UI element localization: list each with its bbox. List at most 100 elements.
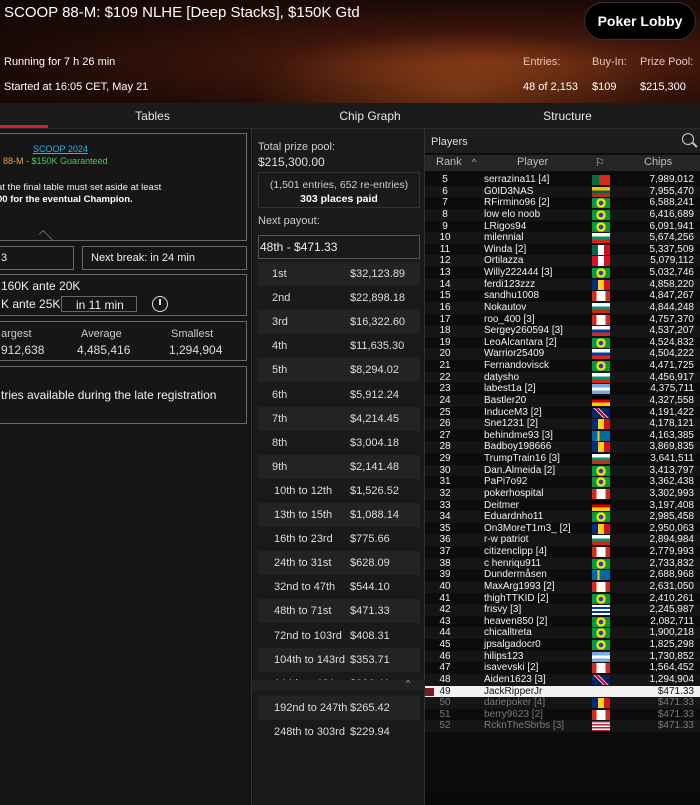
player-row[interactable]: 45 jpsalgadocr0 1,825,298 xyxy=(425,639,700,651)
player-row[interactable]: 34 Eduardnho11 2,985,458 xyxy=(425,511,700,523)
player-row[interactable]: 39 Dundermåsen 2,688,968 xyxy=(425,569,700,581)
col-chips[interactable]: Chips xyxy=(644,156,672,168)
player-row[interactable]: 18 Sergey260594 [3] 4,537,207 xyxy=(425,325,700,337)
player-rank: 5 xyxy=(442,174,448,185)
flag-column-icon[interactable]: ⚐ xyxy=(595,156,605,169)
payout-scrollbar[interactable] xyxy=(252,680,426,690)
poker-lobby-button[interactable]: Poker Lobby xyxy=(585,3,695,39)
players-header: Players xyxy=(425,129,700,153)
tab-bar: Tables Chip Graph Structure xyxy=(0,103,700,129)
tab-structure[interactable]: Structure xyxy=(435,103,700,129)
player-row[interactable]: 15 sandhu1008 4,847,267 xyxy=(425,290,700,302)
player-row[interactable]: 8 low elo noob 6,416,689 xyxy=(425,208,700,221)
scoop-link[interactable]: SCOOP 2024 xyxy=(33,144,88,154)
player-row[interactable]: 51 berry9623 [2] $471.33 xyxy=(425,709,700,721)
player-row[interactable]: 31 PaPi7o92 3,362,438 xyxy=(425,476,700,488)
player-row[interactable]: 16 Nokautov 4,844,248 xyxy=(425,301,700,314)
player-row[interactable]: 40 MaxArg1993 [2] 2,631,050 xyxy=(425,580,700,593)
sort-asc-icon[interactable]: ^ xyxy=(472,157,476,167)
player-chips: $471.33 xyxy=(657,697,694,709)
collapse-chevron-icon[interactable] xyxy=(38,229,54,240)
player-name: berry9623 [2] xyxy=(484,708,543,720)
player-row[interactable]: 52 RcknTheSbrbs [3] $471.33 xyxy=(425,720,700,732)
level-number: 3 xyxy=(1,252,8,264)
player-row[interactable]: 32 pokerhospital 3,302,993 xyxy=(425,487,700,500)
player-row[interactable]: 33 Deitmer 3,197,408 xyxy=(425,500,700,512)
player-chips: 3,869,835 xyxy=(649,441,695,453)
player-row[interactable]: 28 Badboy198666 3,869,835 xyxy=(425,441,700,453)
player-row[interactable]: 10 milennial 5,674,256 xyxy=(425,232,700,244)
player-row[interactable]: 50 dariepoker [4] $471.33 xyxy=(425,697,700,709)
player-row[interactable]: 38 c henriqu911 2,733,832 xyxy=(425,557,700,570)
chevron-up-icon[interactable]: ^ xyxy=(406,678,410,688)
player-row[interactable]: 14 ferdi123zzz 4,858,220 xyxy=(425,278,700,291)
player-row[interactable]: 36 r-w patriot 2,894,984 xyxy=(425,534,700,546)
payout-row: 5th $8,294.02 xyxy=(258,358,420,383)
player-chips: 4,537,207 xyxy=(649,325,695,337)
player-row[interactable]: 27 behindme93 [3] 4,163,385 xyxy=(425,430,700,442)
player-row[interactable]: 44 chicalltreta 1,900,218 xyxy=(425,627,700,639)
player-rank: 16 xyxy=(439,301,451,313)
player-row[interactable]: 26 Sne1231 [2] 4,178,121 xyxy=(425,418,700,430)
payout-row: 104th to 143rd $353.71 xyxy=(258,647,420,672)
payout-amount: $16,322.60 xyxy=(350,316,406,329)
payout-row: 16th to 23rd $775.66 xyxy=(258,527,420,551)
search-icon[interactable] xyxy=(682,133,694,145)
player-row[interactable]: 42 frisvy [3] 2,245,987 xyxy=(425,604,700,616)
country-flag-icon xyxy=(592,419,610,430)
player-row[interactable]: 24 Bastler20 4,327,558 xyxy=(425,394,700,407)
player-row[interactable]: 47 isavevski [2] 1,564,452 xyxy=(425,662,700,674)
player-rank: 32 xyxy=(439,487,451,499)
player-chips: 4,375,711 xyxy=(650,383,694,395)
player-row[interactable]: 12 Ortilazza 5,079,112 xyxy=(425,255,700,267)
player-row-highlighted[interactable]: 49 JackRipperJr $471.33 xyxy=(425,685,700,698)
tab-chip-graph[interactable]: Chip Graph xyxy=(305,103,435,129)
player-rank: 39 xyxy=(439,569,451,581)
player-row[interactable]: 43 heaven850 [2] 2,082,711 xyxy=(425,616,700,628)
player-row[interactable]: 29 TrumpTrain16 [3] 3,641,511 xyxy=(425,453,700,465)
entries-note: (1,501 entries, 652 re-entries) xyxy=(269,179,409,191)
country-flag-icon xyxy=(592,523,610,534)
country-flag-icon xyxy=(592,442,610,453)
player-chips: 6,588,241 xyxy=(649,197,695,209)
total-prize-label: Total prize pool: xyxy=(258,141,336,153)
buyin-value: $109 xyxy=(592,81,617,93)
player-row[interactable]: 11 Winda [2] 5,337,509 xyxy=(425,244,700,256)
player-row[interactable]: 30 Dan.Almeida [2] 3,413,797 xyxy=(425,464,700,477)
total-prize-value: $215,300.00 xyxy=(258,155,325,169)
player-row[interactable]: 7 RFirmino96 [2] 6,588,241 xyxy=(425,197,700,209)
col-player[interactable]: Player xyxy=(517,156,548,168)
payout-row: 48th to 71st $471.33 xyxy=(258,599,420,624)
country-flag-icon xyxy=(592,581,610,592)
players-title: Players xyxy=(431,136,468,148)
player-row[interactable]: 37 citizenclipp [4] 2,779,993 xyxy=(425,546,700,558)
player-rank: 43 xyxy=(439,615,451,627)
player-row[interactable]: 48 Aiden1623 [3] 1,294,904 xyxy=(425,673,700,686)
player-row[interactable]: 17 roo_400 [3] 4,757,370 xyxy=(425,314,700,326)
player-row[interactable]: 20 Warrior25409 4,504,222 xyxy=(425,348,700,360)
player-row[interactable]: 23 labest1a [2] 4,375,711 xyxy=(425,383,700,395)
player-row[interactable]: 35 On3MoreT1m3_ [2] 2,950,063 xyxy=(425,523,700,535)
player-row[interactable]: 41 thighTTKID [2] 2,410,261 xyxy=(425,593,700,605)
players-scrollbar[interactable] xyxy=(425,791,700,805)
player-row[interactable]: 9 LRigos94 6,091,941 xyxy=(425,221,700,233)
player-row[interactable]: 21 Fernandovisck 4,471,725 xyxy=(425,360,700,372)
player-rank: 36 xyxy=(439,534,451,546)
players-column-header: Rank ^ Player ⚐ Chips xyxy=(425,155,700,171)
event-info-box: SCOOP 2024 88-M - $150K Guaranteed at th… xyxy=(0,133,247,241)
player-row[interactable]: 13 Willy222444 [3] 5,032,746 xyxy=(425,267,700,279)
player-rank: 40 xyxy=(439,580,451,592)
player-chips: 2,082,711 xyxy=(650,615,694,627)
player-name: datysho xyxy=(484,371,520,383)
player-rank: 46 xyxy=(439,650,451,662)
player-rank: 7 xyxy=(442,197,448,209)
player-row[interactable]: 25 InduceM3 [2] 4,191,422 xyxy=(425,407,700,419)
player-row[interactable]: 46 hilips123 1,730,852 xyxy=(425,650,700,663)
player-row[interactable]: 19 LeoAlcantara [2] 4,524,832 xyxy=(425,337,700,349)
country-flag-icon xyxy=(592,535,610,546)
player-row[interactable]: 6 G0ID3NAS 7,955,470 xyxy=(425,185,700,198)
player-row[interactable]: 22 datysho 4,456,917 xyxy=(425,371,700,384)
player-row[interactable]: 5 serrazina11 [4] 7,989,012 xyxy=(425,174,700,186)
payout-row: 2nd $22,898.18 xyxy=(258,286,420,310)
col-rank[interactable]: Rank xyxy=(436,156,462,168)
